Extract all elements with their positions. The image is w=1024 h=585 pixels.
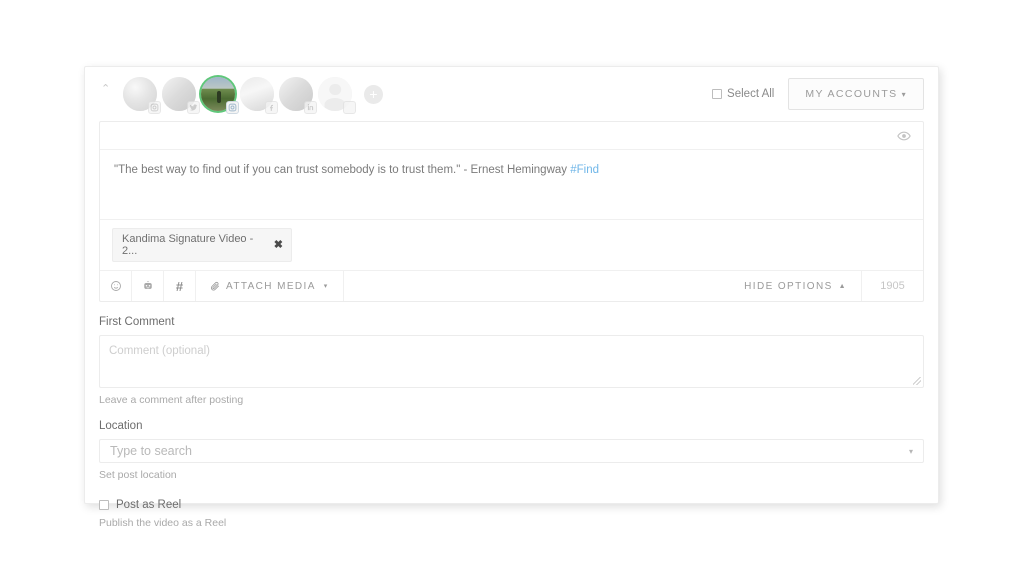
account-avatar-instagram-1[interactable] [123, 77, 161, 114]
twitter-icon [187, 101, 200, 114]
account-avatar-instagram-2-selected[interactable] [201, 77, 239, 114]
instagram-icon [148, 101, 161, 114]
chevron-down-icon: ▾ [323, 283, 329, 290]
account-avatar-twitter[interactable] [162, 77, 200, 114]
preview-eye-icon[interactable] [897, 129, 911, 143]
first-comment-field: First Comment Comment (optional) Leave a… [99, 316, 924, 406]
checkbox-box [712, 89, 723, 99]
first-comment-label: First Comment [99, 316, 175, 328]
emoji-icon[interactable] [100, 271, 132, 301]
hide-options-label: HIDE OPTIONS [744, 280, 833, 292]
post-options: First Comment Comment (optional) Leave a… [85, 302, 938, 529]
select-all-label: Select All [727, 88, 775, 100]
location-field: Location Type to search ▾ Set post locat… [99, 420, 924, 481]
character-count: 1905 [861, 271, 923, 301]
media-chip-label: Kandima Signature Video - 2... [122, 233, 254, 257]
post-composer-card: ⌃ + Select All MY ACCOUNTS ▾ "The best w… [84, 66, 939, 529]
chevron-up-icon: ▲ [838, 282, 847, 290]
post-text-body: "The best way to find out if you can tru… [114, 164, 571, 176]
first-comment-help: Leave a comment after posting [99, 394, 244, 406]
post-as-reel-field: Post as Reel Publish the video as a Reel [99, 499, 924, 529]
location-help: Set post location [99, 469, 177, 481]
hashtag-link[interactable]: #Find [570, 164, 599, 176]
instagram-icon [226, 101, 239, 114]
accounts-bar: ⌃ + Select All MY ACCOUNTS ▾ [85, 67, 938, 121]
my-accounts-button[interactable]: MY ACCOUNTS ▾ [788, 78, 924, 110]
attach-media-label: ATTACH MEDIA [226, 280, 316, 292]
location-search-input[interactable]: Type to search ▾ [99, 439, 924, 463]
location-label: Location [99, 420, 143, 432]
collapse-caret-icon[interactable]: ⌃ [101, 83, 115, 95]
paperclip-icon [210, 281, 220, 291]
first-comment-placeholder: Comment (optional) [109, 345, 210, 357]
attach-media-button[interactable]: ATTACH MEDIA ▾ [196, 271, 344, 301]
first-comment-input[interactable]: Comment (optional) [99, 335, 924, 388]
account-avatar-facebook[interactable] [240, 77, 278, 114]
post-editor: "The best way to find out if you can tru… [99, 121, 924, 302]
account-avatar-list: + [123, 77, 383, 114]
select-all-checkbox[interactable]: Select All [712, 88, 774, 100]
linkedin-icon [304, 101, 317, 114]
checkbox-box [99, 500, 109, 510]
post-as-reel-label: Post as Reel [116, 499, 182, 511]
editor-toolbar-top [100, 122, 923, 150]
post-text-area[interactable]: "The best way to find out if you can tru… [100, 150, 923, 219]
my-accounts-label: MY ACCOUNTS [805, 88, 898, 100]
network-placeholder-icon [343, 101, 356, 114]
hashtag-icon[interactable]: # [164, 271, 196, 301]
textarea-resize-handle[interactable] [913, 377, 921, 385]
hide-options-button[interactable]: HIDE OPTIONS ▲ [730, 271, 861, 301]
account-avatar-empty[interactable] [318, 77, 356, 114]
chevron-down-icon: ▾ [901, 90, 907, 99]
post-as-reel-help: Publish the video as a Reel [99, 517, 227, 529]
accounts-bar-right: Select All MY ACCOUNTS ▾ [712, 78, 924, 110]
app-background: ⌃ + Select All MY ACCOUNTS ▾ "The best w… [0, 0, 1024, 585]
close-icon[interactable]: ✖ [274, 239, 283, 251]
ai-robot-icon[interactable] [132, 271, 164, 301]
location-placeholder: Type to search [110, 444, 192, 458]
account-avatar-linkedin[interactable] [279, 77, 317, 114]
chevron-down-icon[interactable]: ▾ [909, 447, 913, 456]
facebook-icon [265, 101, 278, 114]
editor-toolbar: # ATTACH MEDIA ▾ HIDE OPTIONS ▲ 1905 [100, 270, 923, 301]
post-text-content: "The best way to find out if you can tru… [114, 162, 909, 179]
media-attachment-chip[interactable]: Kandima Signature Video - 2... ✖ [112, 228, 292, 262]
attached-media-row: Kandima Signature Video - 2... ✖ [100, 219, 923, 270]
add-account-button[interactable]: + [364, 84, 383, 104]
post-as-reel-checkbox[interactable]: Post as Reel [99, 499, 924, 511]
